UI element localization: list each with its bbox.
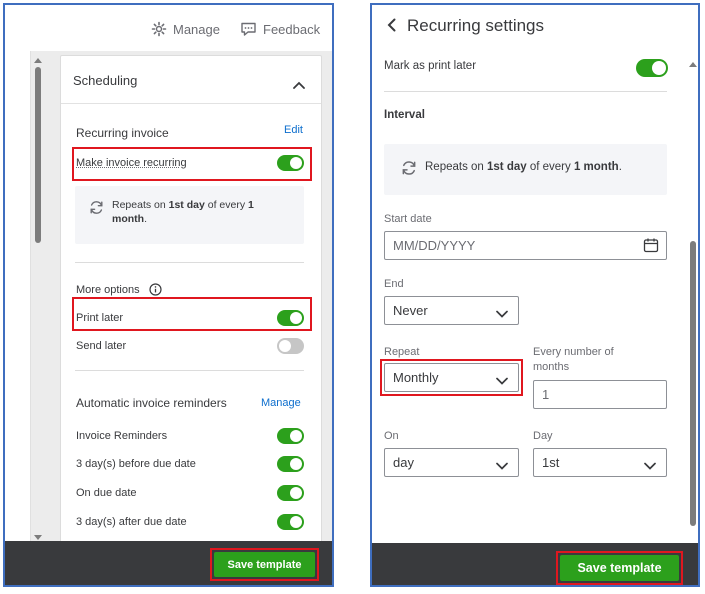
reminder-toggle[interactable] bbox=[277, 428, 304, 444]
every-number-label-unit: months bbox=[533, 361, 570, 373]
scroll-up-arrow[interactable] bbox=[689, 62, 697, 67]
reminder-label: 3 day(s) after due date bbox=[76, 516, 187, 528]
save-template-button[interactable]: Save template bbox=[560, 555, 679, 581]
reminder-label: On due date bbox=[76, 487, 137, 499]
on-dropdown[interactable]: day bbox=[384, 448, 519, 477]
scheduling-header[interactable]: Scheduling bbox=[61, 56, 321, 104]
end-dropdown[interactable]: Never bbox=[384, 296, 519, 325]
highlight-make-recurring bbox=[72, 147, 312, 181]
chevron-down-icon bbox=[496, 306, 508, 321]
every-number-label: Every number of bbox=[533, 346, 614, 358]
back-chevron-icon[interactable] bbox=[387, 18, 396, 37]
feedback-icon bbox=[240, 21, 257, 37]
day-value: 1st bbox=[542, 455, 560, 470]
edit-link[interactable]: Edit bbox=[284, 124, 303, 136]
invoice-preview-edge bbox=[5, 51, 31, 541]
scrollbar-thumb[interactable] bbox=[690, 241, 696, 526]
scrollbar-thumb[interactable] bbox=[35, 67, 41, 243]
scroll-down-arrow[interactable] bbox=[34, 535, 42, 540]
divider bbox=[75, 370, 304, 371]
reminder-label: Invoice Reminders bbox=[76, 430, 168, 442]
reminder-label: 3 day(s) before due date bbox=[76, 458, 196, 470]
repeat-info-box: Repeats on 1st day of every 1 month. bbox=[384, 144, 667, 195]
recurring-settings-title: Recurring settings bbox=[407, 16, 545, 35]
refresh-icon bbox=[401, 160, 417, 181]
recurring-invoice-heading: Recurring invoice bbox=[76, 126, 169, 140]
highlight-print-later bbox=[72, 297, 312, 331]
repeat-info-box: Repeats on 1st day of every 1 month. bbox=[75, 186, 304, 244]
every-number-input[interactable]: 1 bbox=[533, 380, 667, 409]
every-number-value: 1 bbox=[542, 387, 550, 402]
manage-button[interactable]: Manage bbox=[151, 21, 220, 37]
chevron-down-icon bbox=[644, 458, 656, 473]
end-label: End bbox=[384, 278, 404, 290]
top-bar: Manage Feedback bbox=[5, 5, 332, 51]
left-footer-bar: Save template bbox=[5, 541, 332, 585]
highlight-repeat bbox=[380, 359, 523, 396]
scheduling-title: Scheduling bbox=[73, 73, 138, 88]
start-date-label: Start date bbox=[384, 213, 432, 225]
send-later-label: Send later bbox=[76, 340, 127, 352]
day-dropdown[interactable]: 1st bbox=[533, 448, 667, 477]
right-footer-bar: Save template bbox=[372, 543, 698, 585]
scroll-up-arrow[interactable] bbox=[34, 58, 42, 63]
mark-print-later-label: Mark as print later bbox=[384, 60, 477, 72]
repeat-label: Repeat bbox=[384, 346, 420, 358]
reminder-toggle[interactable] bbox=[277, 456, 304, 472]
on-value: day bbox=[393, 455, 414, 470]
divider bbox=[75, 262, 304, 263]
interval-heading: Interval bbox=[384, 109, 425, 121]
chevron-up-icon[interactable] bbox=[293, 76, 305, 94]
more-options-heading: More options bbox=[76, 284, 140, 296]
refresh-icon bbox=[89, 200, 104, 220]
reminder-toggle[interactable] bbox=[277, 485, 304, 501]
day-label: Day bbox=[533, 430, 553, 442]
start-date-placeholder: MM/DD/YYYY bbox=[393, 238, 476, 253]
calendar-icon[interactable] bbox=[643, 237, 659, 256]
gear-icon bbox=[151, 21, 167, 37]
divider bbox=[384, 91, 667, 92]
reminders-heading: Automatic invoice reminders bbox=[76, 396, 227, 410]
send-later-toggle[interactable] bbox=[277, 338, 304, 354]
start-date-input[interactable]: MM/DD/YYYY bbox=[384, 231, 667, 260]
end-value: Never bbox=[393, 303, 428, 318]
mark-print-later-toggle[interactable] bbox=[636, 59, 668, 77]
manage-label: Manage bbox=[173, 21, 220, 37]
invoice-settings-panel: Manage Feedback Scheduling Recurring inv… bbox=[3, 3, 334, 587]
save-template-button[interactable]: Save template bbox=[214, 552, 315, 577]
feedback-label: Feedback bbox=[263, 21, 321, 37]
feedback-button[interactable]: Feedback bbox=[240, 21, 320, 37]
repeat-info-text: Repeats on 1st day of every 1 month. bbox=[425, 161, 622, 173]
manage-reminders-link[interactable]: Manage bbox=[261, 397, 301, 409]
repeat-info-text: Repeats on 1st day of every 1 month. bbox=[112, 199, 254, 225]
reminder-toggle[interactable] bbox=[277, 514, 304, 530]
chevron-down-icon bbox=[496, 458, 508, 473]
on-label: On bbox=[384, 430, 399, 442]
recurring-settings-panel: Recurring settings Mark as print later I… bbox=[370, 3, 700, 587]
